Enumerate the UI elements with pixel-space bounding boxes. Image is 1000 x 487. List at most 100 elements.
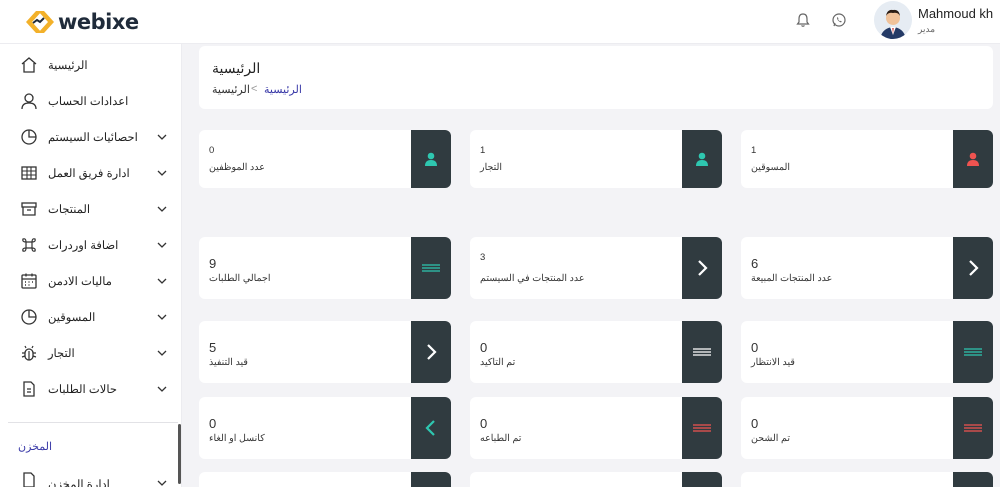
stat-label: عدد المنتجات المبيعة (751, 273, 833, 284)
avatar[interactable] (874, 1, 912, 39)
sidebar-item-home[interactable]: الرئيسية (0, 47, 180, 83)
breadcrumb-home[interactable]: الرئيسية (212, 83, 250, 96)
chevron-down-icon (157, 314, 167, 320)
sidebar-item-system-stats[interactable]: احصائيات السيستم (0, 119, 180, 155)
stat-label: تم الشحن (751, 433, 790, 444)
stat-value: 0 (480, 340, 488, 355)
stat-card-products-in-system[interactable]: 3 عدد المنتجات في السيستم (470, 237, 722, 299)
sidebar-item-team-management[interactable]: ادارة فريق العمل (0, 155, 180, 191)
sidebar-item-label: المسوقين (48, 312, 96, 324)
sidebar-item-label: اضافة اوردرات (48, 240, 119, 252)
chevron-down-icon (157, 242, 167, 248)
sidebar-item-label: احصائيات السيستم (48, 132, 138, 144)
sidebar-item-products[interactable]: المنتجات (0, 191, 180, 227)
stat-card-printed[interactable]: 0 تم الطباعه (470, 397, 722, 459)
stat-card-in-progress[interactable]: 5 قيد التنفيذ (199, 321, 451, 383)
page-header: الرئيسية الرئيسية < الرئيسية (199, 46, 993, 109)
stat-icon-panel (953, 397, 993, 459)
stat-value: 0 (209, 145, 215, 156)
sidebar-item-label: الرئيسية (48, 60, 88, 72)
sidebar-item-admin-finance[interactable]: ماليات الادمن (0, 263, 180, 299)
sidebar-item-label: المنتجات (48, 204, 91, 216)
sidebar-item-add-orders[interactable]: اضافة اوردرات (0, 227, 180, 263)
stat-value: 5 (209, 340, 217, 355)
stat-card-partial[interactable] (199, 472, 451, 487)
file-icon (23, 472, 35, 487)
stat-icon-panel (953, 130, 993, 188)
chevron-down-icon (157, 134, 167, 140)
pie-chart-icon (21, 129, 37, 145)
stat-card-confirmed[interactable]: 0 تم التاكيد (470, 321, 722, 383)
file-icon (23, 381, 35, 397)
stat-card-products-sold[interactable]: 6 عدد المنتجات المبيعة (741, 237, 993, 299)
stat-value: 1 (751, 145, 757, 156)
stat-card-cancelled[interactable]: 0 كانسل او الغاء (199, 397, 451, 459)
stat-icon-panel (411, 321, 451, 383)
sidebar-divider (8, 422, 178, 423)
archive-icon (21, 202, 37, 216)
stat-icon-panel (682, 472, 722, 487)
stat-label: التجار (480, 162, 503, 173)
chevron-down-icon (157, 350, 167, 356)
stat-icon-panel (953, 237, 993, 299)
sidebar-item-order-statuses[interactable]: حالات الطلبات (0, 371, 180, 407)
stat-value: 9 (209, 256, 217, 271)
stat-label: تم التاكيد (480, 357, 516, 368)
stat-value: 0 (751, 416, 759, 431)
calendar-icon (21, 273, 37, 289)
command-icon (22, 238, 36, 252)
stat-card-pending[interactable]: 0 قيد الانتظار (741, 321, 993, 383)
whatsapp-icon[interactable] (831, 12, 847, 28)
stat-card-total-orders[interactable]: 9 اجمالي الطلبات (199, 237, 451, 299)
stat-card-marketers[interactable]: 1 المسوقين (741, 130, 993, 188)
list-icon (964, 348, 982, 356)
chevron-right-icon (969, 260, 979, 276)
stat-label: عدد المنتجات في السيستم (480, 273, 585, 284)
stat-value: 0 (480, 416, 488, 431)
sidebar: الرئيسية اعدادات الحساب احصائيات السيستم… (0, 44, 182, 487)
stat-card-partial[interactable] (741, 472, 993, 487)
stat-label: عدد الموظفين (209, 162, 265, 173)
sidebar-item-label: حالات الطلبات (48, 384, 117, 396)
table-icon (21, 166, 37, 180)
stat-value: 3 (480, 252, 486, 263)
sidebar-item-warehouse-management[interactable]: ادارة المخزن (0, 462, 180, 487)
sidebar-item-label: اعدادات الحساب (48, 96, 129, 108)
chevron-down-icon (157, 278, 167, 284)
bell-icon[interactable] (795, 12, 811, 28)
bug-icon (21, 345, 37, 361)
top-header: webixe Mahmoud kh مدير (0, 0, 1000, 44)
user-profile[interactable]: Mahmoud kh مدير (874, 1, 993, 39)
sidebar-item-label: ادارة فريق العمل (48, 168, 130, 180)
sidebar-item-merchants[interactable]: التجار (0, 335, 180, 371)
list-icon (693, 348, 711, 356)
stat-card-partial[interactable] (470, 472, 722, 487)
stat-icon-panel (682, 321, 722, 383)
stat-value: 6 (751, 256, 759, 271)
stat-card-merchants[interactable]: 1 التجار (470, 130, 722, 188)
stat-icon-panel (411, 237, 451, 299)
breadcrumb-separator: < (251, 83, 258, 95)
list-icon (693, 424, 711, 432)
stat-label: كانسل او الغاء (209, 433, 265, 444)
stat-icon-panel (682, 130, 722, 188)
sidebar-scrollbar[interactable] (178, 424, 181, 484)
chevron-right-icon (698, 260, 708, 276)
stat-card-shipped[interactable]: 0 تم الشحن (741, 397, 993, 459)
brand-logo[interactable]: webixe (24, 9, 139, 35)
sidebar-item-account-settings[interactable]: اعدادات الحساب (0, 83, 180, 119)
sidebar-section-title: المخزن (18, 441, 53, 453)
chevron-down-icon (157, 206, 167, 212)
stat-card-employees[interactable]: 0 عدد الموظفين (199, 130, 451, 188)
person-icon (696, 152, 708, 166)
user-icon (21, 93, 37, 110)
stat-label: المسوقين (751, 162, 791, 173)
stat-icon-panel (953, 321, 993, 383)
brand-name: webixe (58, 10, 139, 34)
stat-icon-panel (682, 397, 722, 459)
sidebar-item-marketers[interactable]: المسوقين (0, 299, 180, 335)
sidebar-item-label: التجار (48, 348, 75, 360)
stat-label: تم الطباعه (480, 433, 522, 444)
chevron-down-icon (157, 480, 167, 486)
chevron-left-icon (425, 420, 435, 436)
